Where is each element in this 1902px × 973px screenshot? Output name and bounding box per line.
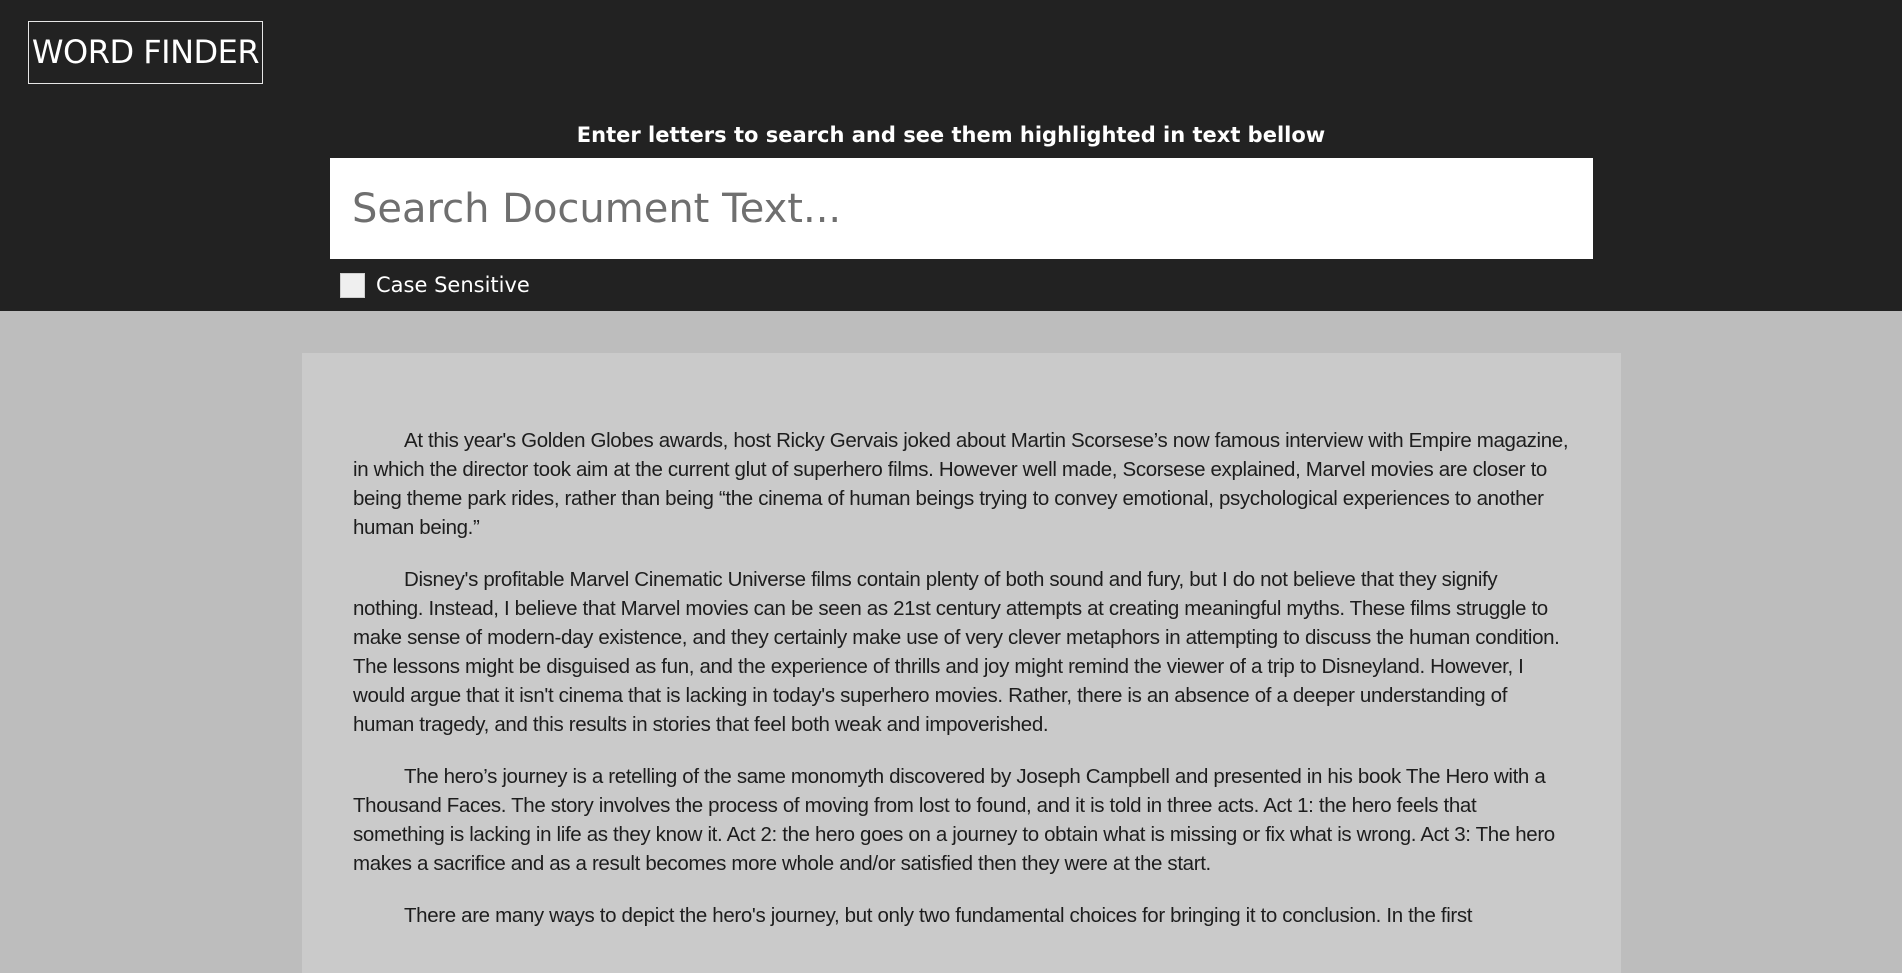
document-paragraph: At this year's Golden Globes awards, hos… (353, 429, 1569, 539)
app-logo[interactable]: WORD FINDER (28, 21, 263, 84)
header: WORD FINDER Enter letters to search and … (0, 0, 1902, 311)
document-paragraph: Disney's profitable Marvel Cinematic Uni… (353, 568, 1560, 736)
search-instruction: Enter letters to search and see them hig… (576, 123, 1326, 147)
case-sensitive-checkbox[interactable] (340, 272, 365, 298)
document-text: At this year's Golden Globes awards, hos… (302, 353, 1621, 973)
case-sensitive-option[interactable]: Case Sensitive (340, 270, 530, 300)
document-paragraph: The hero’s journey is a retelling of the… (353, 765, 1555, 875)
case-sensitive-label[interactable]: Case Sensitive (376, 273, 530, 297)
document-paragraph: There are many ways to depict the hero's… (404, 904, 1473, 927)
search-input[interactable] (330, 158, 1593, 259)
